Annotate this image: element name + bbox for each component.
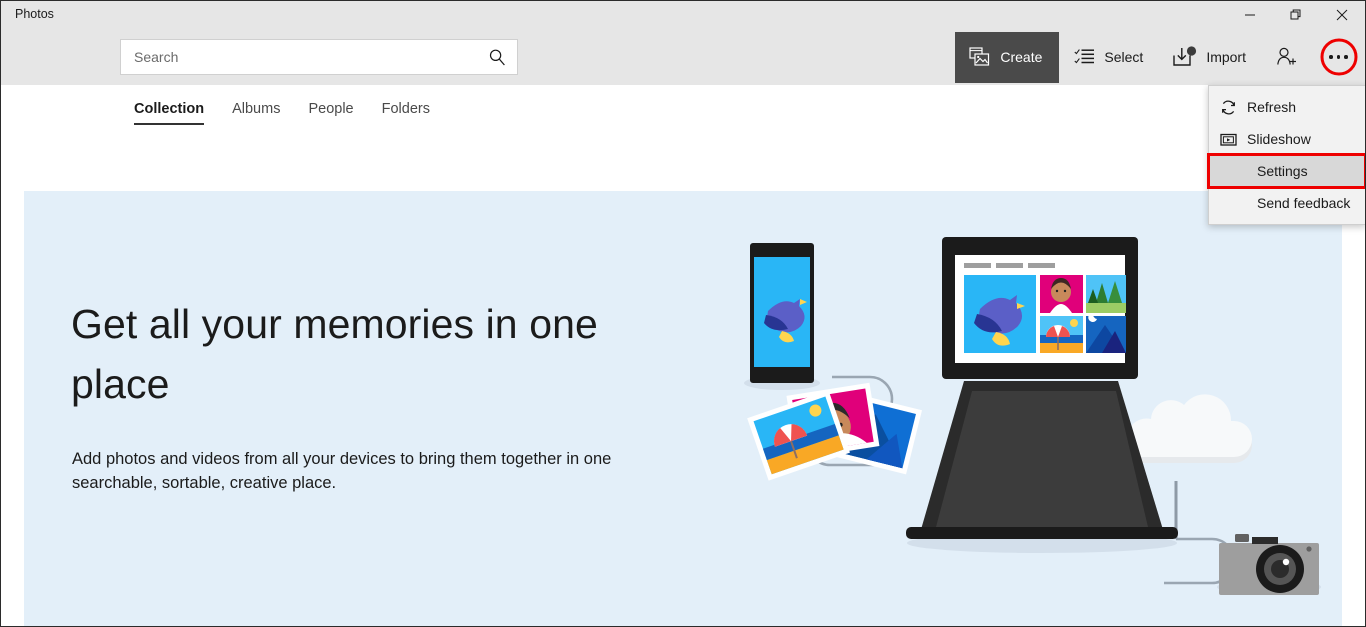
menu-item-send-feedback-label: Send feedback bbox=[1257, 195, 1351, 211]
tab-folders[interactable]: Folders bbox=[368, 94, 444, 124]
tab-albums[interactable]: Albums bbox=[218, 94, 294, 124]
tab-albums-label: Albums bbox=[232, 101, 281, 117]
photos-app-window: Photos Search Create Select Import Colle… bbox=[0, 0, 1366, 627]
portrait-thumbnail bbox=[1040, 275, 1083, 313]
search-placeholder: Search bbox=[134, 49, 179, 65]
select-button[interactable]: Select bbox=[1059, 29, 1158, 85]
hero-banner: Get all your memories in one place Add p… bbox=[24, 191, 1342, 626]
select-icon bbox=[1074, 48, 1095, 66]
title-bar: Photos bbox=[1, 1, 1365, 29]
close-button[interactable] bbox=[1319, 1, 1365, 29]
menu-item-send-feedback[interactable]: Send feedback bbox=[1209, 187, 1365, 219]
camera-graphic bbox=[1217, 534, 1321, 595]
mountains-night-thumbnail bbox=[1086, 312, 1126, 353]
window-controls bbox=[1227, 1, 1365, 29]
command-bar-actions: Create Select Import bbox=[955, 29, 1364, 85]
tab-people[interactable]: People bbox=[294, 94, 367, 124]
import-icon bbox=[1173, 46, 1197, 68]
search-icon bbox=[488, 48, 507, 72]
restore-button[interactable] bbox=[1273, 1, 1319, 29]
laptop-toolbar-placeholder bbox=[964, 263, 1055, 268]
phone-graphic bbox=[744, 243, 820, 390]
slideshow-icon bbox=[1219, 131, 1237, 148]
tab-folders-label: Folders bbox=[381, 101, 430, 117]
refresh-icon bbox=[1219, 99, 1237, 116]
bird-thumbnail-laptop bbox=[964, 275, 1036, 353]
command-bar: Search Create Select Import bbox=[1, 29, 1365, 85]
minimize-button[interactable] bbox=[1227, 1, 1273, 29]
hero-heading: Get all your memories in one place bbox=[71, 301, 598, 407]
see-more-button[interactable] bbox=[1313, 29, 1364, 85]
forest-thumbnail bbox=[1086, 275, 1126, 313]
laptop-graphic bbox=[906, 237, 1178, 553]
more-options-menu: Refresh Slideshow Settings Send feedback bbox=[1207, 85, 1365, 225]
app-title: Photos bbox=[15, 7, 54, 21]
menu-item-slideshow-label: Slideshow bbox=[1247, 131, 1311, 147]
select-label: Select bbox=[1104, 49, 1144, 65]
hero-illustration bbox=[724, 231, 1324, 626]
beach-thumbnail bbox=[1040, 316, 1083, 353]
import-button[interactable]: Import bbox=[1158, 29, 1261, 85]
create-icon bbox=[969, 47, 991, 67]
menu-item-refresh[interactable]: Refresh bbox=[1209, 91, 1365, 123]
import-label: Import bbox=[1206, 49, 1246, 65]
create-label: Create bbox=[1000, 49, 1043, 65]
tab-people-label: People bbox=[308, 101, 354, 117]
navigation-tabs: Collection Albums People Folders bbox=[1, 85, 1365, 133]
menu-item-settings[interactable]: Settings bbox=[1207, 153, 1365, 189]
menu-item-refresh-label: Refresh bbox=[1247, 99, 1297, 115]
hero-body-text: Add photos and videos from all your devi… bbox=[72, 450, 612, 492]
add-people-button[interactable] bbox=[1261, 29, 1313, 85]
tab-collection[interactable]: Collection bbox=[120, 94, 218, 125]
menu-item-settings-label: Settings bbox=[1257, 163, 1308, 179]
create-button[interactable]: Create bbox=[955, 31, 1060, 83]
highlight-circle-annotation bbox=[1320, 38, 1357, 76]
search-input[interactable]: Search bbox=[120, 39, 518, 75]
tab-collection-label: Collection bbox=[134, 101, 205, 117]
menu-item-slideshow[interactable]: Slideshow bbox=[1209, 123, 1365, 155]
add-person-icon bbox=[1276, 47, 1298, 67]
